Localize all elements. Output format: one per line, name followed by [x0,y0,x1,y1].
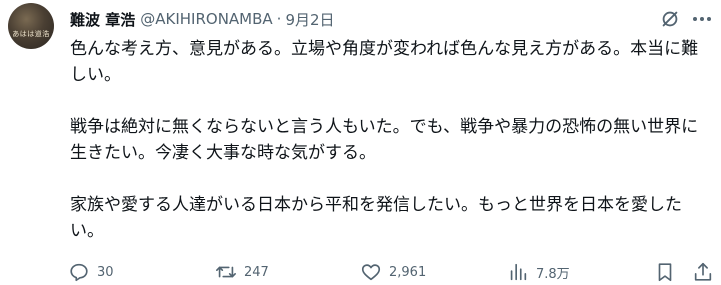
reply-button[interactable]: 30 [68,258,114,285]
like-count: 2,961 [389,264,427,280]
share-icon [694,262,712,281]
tweet-paragraph: 戦争は絶対に無くならないと言う人もいた。でも、戦争や暴力の恐怖の無い世界に生きた… [70,117,699,163]
share-button[interactable] [692,258,714,285]
grok-icon[interactable] [659,8,681,30]
display-name[interactable]: 難波 章浩 [70,9,135,30]
tweet-text: 色んな考え方、意見がある。立場や角度が変われば色んな見え方がある。本当に難しい。… [70,36,710,244]
views-icon [510,263,527,281]
heart-icon [361,264,381,281]
tweet: あはは道浩 難波 章浩 @AKIHIRONAMBA · 9月2日 色んな考え方、… [0,0,721,285]
views-count: 7.8万 [536,266,570,282]
reply-icon [70,263,88,282]
views-button[interactable]: 7.8万 [507,258,570,285]
repost-icon [216,266,236,278]
bookmark-button[interactable] [654,258,676,285]
tweet-paragraph: 色んな考え方、意見がある。立場や角度が変われば色んな見え方がある。本当に難しい。 [70,39,699,85]
reply-count: 30 [97,264,114,280]
more-icon[interactable] [690,8,714,30]
post-date[interactable]: 9月2日 [285,9,334,30]
avatar-text: あはは道浩 [12,30,50,38]
like-button[interactable]: 2,961 [360,258,426,285]
separator-dot: · [276,10,282,28]
user-handle[interactable]: @AKIHIRONAMBA [140,10,272,28]
tweet-paragraph: 家族や愛する人達がいる日本から平和を発信したい。もっと世界を日本を愛したい。 [70,195,682,241]
avatar[interactable]: あはは道浩 [8,3,54,49]
repost-count: 247 [244,264,269,280]
action-bar: 30 247 2,961 7.8万 [0,258,721,285]
bookmark-icon [658,263,672,282]
repost-button[interactable]: 247 [215,258,269,285]
tweet-header: 難波 章浩 @AKIHIRONAMBA · 9月2日 [70,8,661,30]
